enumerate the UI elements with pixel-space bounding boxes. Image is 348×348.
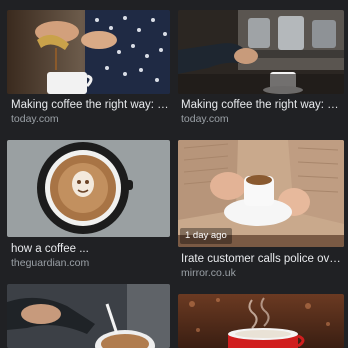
result-title[interactable]: Irate customer calls police over ... [181,252,343,266]
result-thumbnail[interactable] [7,284,170,348]
result-title[interactable]: Making coffee the right way: Ne... [181,98,343,112]
time-badge: 1 day ago [180,228,232,244]
image-result-card[interactable]: Making coffee the right way: Ne... today… [0,0,171,130]
result-title[interactable]: how a coffee ... [11,242,169,256]
image-results-grid: Making coffee the right way: Ne... today… [0,0,348,348]
result-source: today.com [11,113,59,125]
result-source: today.com [181,113,229,125]
image-result-card[interactable]: how a coffee ... theguardian.com [0,138,171,270]
result-title[interactable]: Making coffee the right way: Ne... [11,98,169,112]
result-thumbnail[interactable] [7,10,170,94]
result-thumbnail[interactable] [178,10,344,94]
result-source: mirror.co.uk [181,267,236,279]
image-result-card[interactable]: Making coffee the right way: Ne... today… [175,0,348,130]
image-result-card[interactable] [175,282,348,348]
result-thumbnail[interactable] [7,140,170,237]
image-result-card[interactable] [0,282,171,348]
image-result-card[interactable]: 1 day ago Irate customer calls police ov… [175,138,348,279]
result-source: theguardian.com [11,257,90,269]
result-thumbnail[interactable] [178,294,344,348]
